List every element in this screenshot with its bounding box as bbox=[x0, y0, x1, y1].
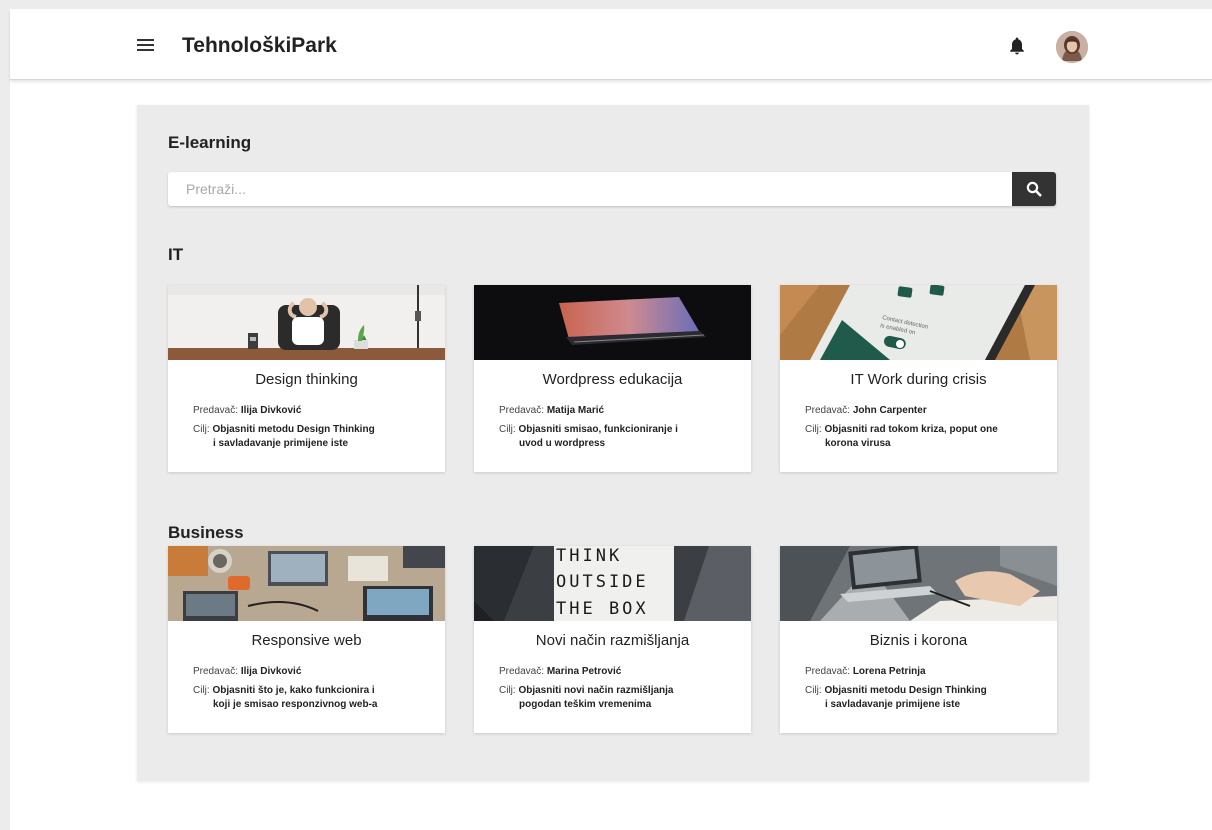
course-goal: Cilj: Objasniti metodu Design Thinking i… bbox=[193, 423, 423, 451]
lecturer-label: Predavač: bbox=[805, 666, 851, 677]
course-card[interactable]: Design thinking Predavač: Ilija Divković… bbox=[168, 285, 445, 472]
lecturer-name: Matija Marić bbox=[546, 405, 605, 416]
course-lecturer: Predavač: Lorena Petrinja bbox=[805, 666, 926, 677]
course-card[interactable]: Biznis i korona Predavač: Lorena Petrinj… bbox=[780, 546, 1057, 733]
course-title: Wordpress edukacija bbox=[542, 371, 683, 388]
goal-line-1: Objasniti novi način razmišljanja bbox=[518, 685, 674, 696]
lecturer-name: John Carpenter bbox=[852, 405, 927, 416]
lecturer-label: Predavač: bbox=[499, 666, 545, 677]
goal-label: Cilj: bbox=[499, 685, 516, 696]
course-goal: Cilj: Objasniti metodu Design Thinking i… bbox=[805, 684, 1035, 712]
course-goal: Cilj: Objasniti rad tokom kriza, poput o… bbox=[805, 423, 1035, 451]
course-title: IT Work during crisis bbox=[850, 371, 987, 388]
course-image: THINK OUTSIDE THE BOX bbox=[474, 546, 751, 621]
course-goal: Cilj: Objasniti što je, kako funkcionira… bbox=[193, 684, 423, 712]
course-card[interactable]: Contact detection is enabled on IT Work … bbox=[780, 285, 1057, 472]
search-bar bbox=[168, 172, 1056, 206]
course-lecturer: Predavač: Marina Petrović bbox=[499, 666, 621, 677]
goal-line-2: uvod u wordpress bbox=[519, 438, 606, 449]
lecturer-label: Predavač: bbox=[193, 666, 239, 677]
course-card[interactable]: THINK OUTSIDE THE BOX Novi način razmišl… bbox=[474, 546, 751, 733]
goal-line-1: Objasniti metodu Design Thinking bbox=[824, 685, 987, 696]
think-line-2: OUTSIDE bbox=[556, 572, 649, 592]
course-image: Contact detection is enabled on bbox=[780, 285, 1057, 360]
top-bar: TehnološkiPark bbox=[10, 9, 1212, 80]
course-title: Responsive web bbox=[251, 632, 362, 649]
user-avatar[interactable] bbox=[1056, 31, 1088, 63]
course-image bbox=[168, 285, 445, 360]
goal-line-1: Objasniti rad tokom kriza, poput one bbox=[824, 424, 998, 435]
course-goal: Cilj: Objasniti smisao, funkcioniranje i… bbox=[499, 423, 729, 451]
lecturer-name: Ilija Divković bbox=[240, 666, 302, 677]
goal-line-1: Objasniti metodu Design Thinking bbox=[212, 424, 375, 435]
course-goal: Cilj: Objasniti novi način razmišljanja … bbox=[499, 684, 729, 712]
course-lecturer: Predavač: Ilija Divković bbox=[193, 666, 301, 677]
goal-line-1: Objasniti što je, kako funkcionira i bbox=[212, 685, 375, 696]
lecturer-label: Predavač: bbox=[193, 405, 239, 416]
course-card[interactable]: Responsive web Predavač: Ilija Divković … bbox=[168, 546, 445, 733]
page-title: E-learning bbox=[168, 133, 252, 152]
course-lecturer: Predavač: John Carpenter bbox=[805, 405, 927, 416]
think-line-3: THE BOX bbox=[556, 599, 649, 619]
section-title-it: IT bbox=[168, 245, 184, 264]
goal-line-2: korona virusa bbox=[825, 438, 891, 449]
goal-line-2: i savladavanje primijene iste bbox=[825, 699, 961, 710]
section-title-business: Business bbox=[168, 523, 244, 542]
app-frame: TehnološkiPark E-learning Pretraži... IT… bbox=[10, 9, 1212, 830]
search-icon bbox=[1026, 181, 1042, 197]
goal-label: Cilj: bbox=[193, 424, 210, 435]
e-learning-panel: E-learning IT bbox=[137, 105, 1089, 781]
goal-line-2: koji je smisao responzivnog web-a bbox=[213, 699, 378, 710]
lecturer-label: Predavač: bbox=[499, 405, 545, 416]
course-lecturer: Predavač: Matija Marić bbox=[499, 405, 604, 416]
goal-line-2: pogodan teškim vremenima bbox=[519, 699, 652, 710]
goal-line-2: i savladavanje primijene iste bbox=[213, 438, 349, 449]
course-image bbox=[168, 546, 445, 621]
search-input[interactable] bbox=[168, 172, 1008, 206]
course-image bbox=[474, 285, 751, 360]
lecturer-name: Lorena Petrinja bbox=[852, 666, 926, 677]
course-title: Design thinking bbox=[255, 371, 358, 388]
hamburger-menu-icon[interactable] bbox=[136, 35, 156, 53]
course-card[interactable]: Wordpress edukacija Predavač: Matija Mar… bbox=[474, 285, 751, 472]
search-button[interactable] bbox=[1012, 172, 1056, 206]
goal-label: Cilj: bbox=[193, 685, 210, 696]
goal-label: Cilj: bbox=[805, 424, 822, 435]
goal-label: Cilj: bbox=[499, 424, 516, 435]
goal-line-1: Objasniti smisao, funkcioniranje i bbox=[518, 424, 678, 435]
course-lecturer: Predavač: Ilija Divković bbox=[193, 405, 301, 416]
lecturer-name: Ilija Divković bbox=[240, 405, 302, 416]
bell-icon[interactable] bbox=[1008, 36, 1026, 56]
course-title: Biznis i korona bbox=[869, 632, 968, 649]
course-title: Novi način razmišljanja bbox=[535, 632, 690, 649]
goal-label: Cilj: bbox=[805, 685, 822, 696]
think-line-1: THINK bbox=[556, 546, 622, 566]
lecturer-name: Marina Petrović bbox=[546, 666, 622, 677]
app-title[interactable]: TehnološkiPark bbox=[182, 34, 337, 58]
course-image bbox=[780, 546, 1057, 621]
lecturer-label: Predavač: bbox=[805, 405, 851, 416]
